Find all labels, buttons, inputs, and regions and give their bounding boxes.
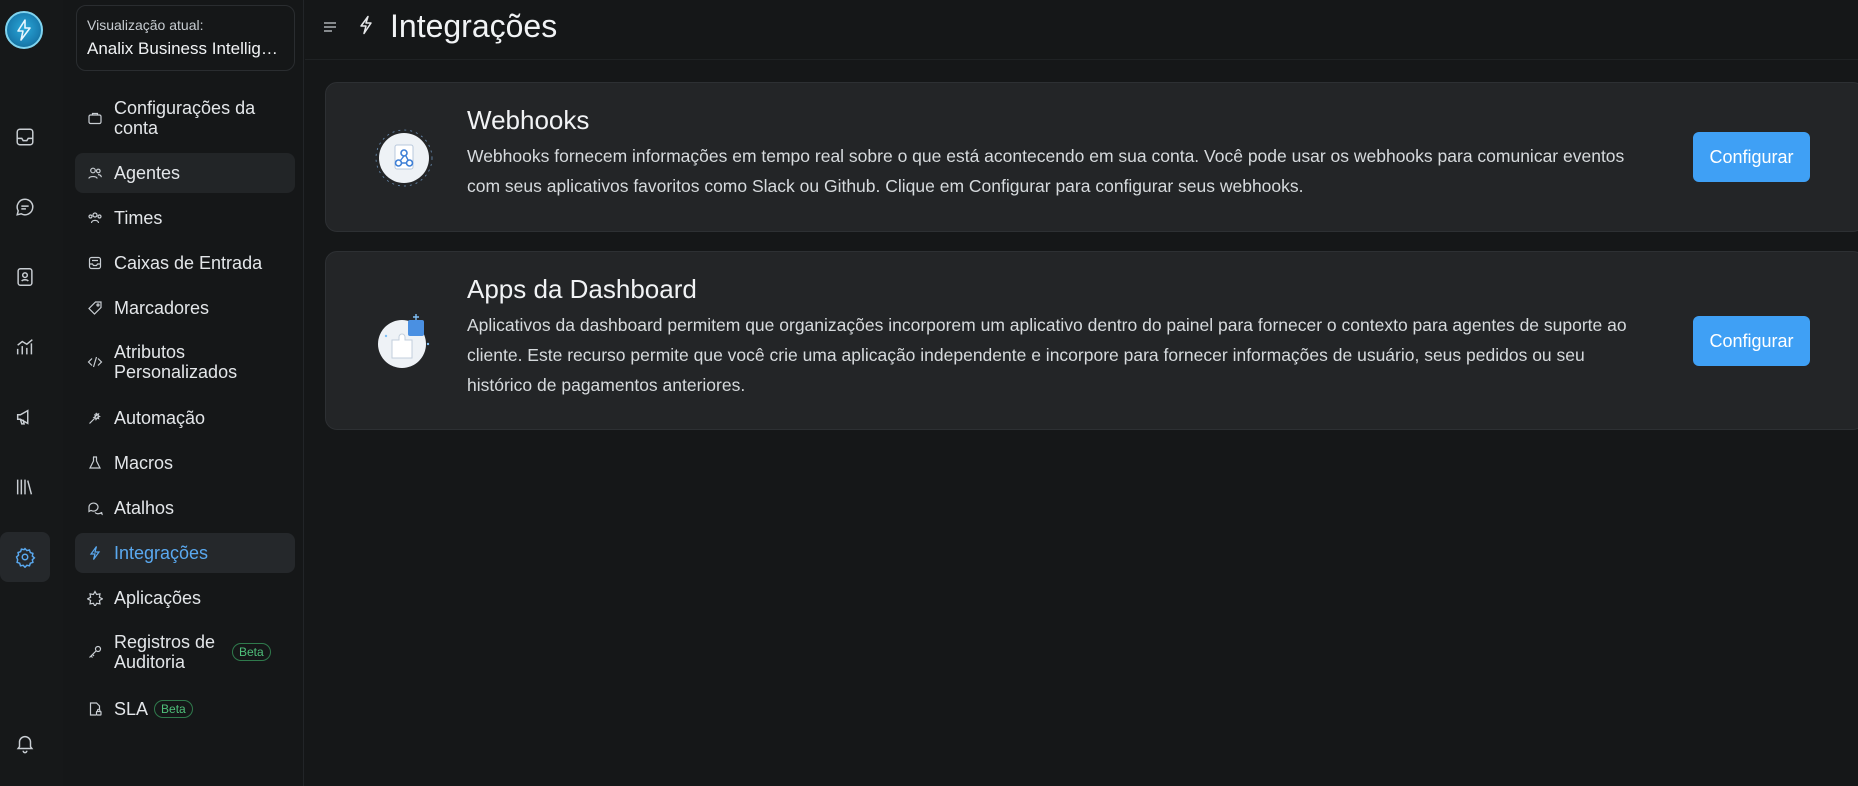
dashboard-apps-illustration-icon — [374, 310, 434, 370]
card-title: Webhooks — [467, 105, 590, 135]
menu-toggle-icon[interactable] — [322, 19, 338, 35]
chat-bubbles-icon — [87, 500, 103, 516]
sidebar-item-label: Marcadores — [114, 298, 210, 318]
sidebar-item-custom-attributes[interactable]: Atributos Personalizados — [75, 336, 295, 388]
sidebar-item-applications[interactable]: Aplicações — [75, 578, 295, 618]
account-switcher[interactable]: Visualização atual: Analix Business Inte… — [76, 5, 295, 71]
account-switcher-label: Visualização atual: — [87, 17, 204, 33]
sidebar-item-label: Caixas de Entrada — [114, 253, 263, 273]
card-description: Webhooks fornecem informações em tempo r… — [467, 146, 1625, 196]
app-logo[interactable] — [5, 11, 43, 49]
conversations-icon[interactable] — [0, 182, 50, 232]
configure-webhooks-button[interactable]: Configurar — [1693, 132, 1810, 182]
sidebar-item-label: Aplicações — [114, 588, 202, 608]
key-icon — [87, 644, 103, 660]
beta-badge: Beta — [232, 643, 271, 661]
settings-sidebar: Visualização atual: Analix Business Inte… — [63, 0, 304, 786]
sidebar-item-label: Atalhos — [114, 498, 175, 518]
card-description: Aplicativos da dashboard permitem que or… — [467, 315, 1627, 395]
sidebar-item-audit-logs[interactable]: Registros de Auditoria Beta — [75, 626, 295, 678]
sidebar-item-sla[interactable]: SLA Beta — [75, 689, 295, 729]
dashboard-apps-card: Apps da Dashboard Aplicativos da dashboa… — [325, 251, 1858, 430]
configure-dashboard-apps-button[interactable]: Configurar — [1693, 316, 1810, 366]
webhook-illustration-icon — [374, 128, 434, 188]
briefcase-icon — [87, 110, 103, 126]
bolt-icon — [357, 15, 375, 35]
sidebar-item-inboxes[interactable]: Caixas de Entrada — [75, 243, 295, 283]
code-icon — [87, 354, 103, 370]
library-icon[interactable] — [0, 462, 50, 512]
sidebar-item-label: Automação — [114, 408, 206, 428]
page-header: Integrações — [305, 0, 1858, 60]
notifications-bell-icon[interactable] — [0, 718, 50, 768]
contacts-icon[interactable] — [0, 252, 50, 302]
sidebar-item-label: Registros de Auditoria — [114, 632, 216, 672]
campaigns-icon[interactable] — [0, 392, 50, 442]
sidebar-item-teams[interactable]: Times — [75, 198, 295, 238]
sidebar-item-label: Macros — [114, 453, 174, 473]
sidebar-item-account-settings[interactable]: Configurações da conta — [75, 92, 295, 144]
logo-bolt-icon — [17, 19, 31, 41]
sidebar-item-label: Agentes — [114, 163, 181, 183]
bolt-icon — [87, 545, 103, 561]
tag-icon — [87, 300, 103, 316]
webhooks-card: Webhooks Webhooks fornecem informações e… — [325, 82, 1858, 232]
sidebar-item-agents[interactable]: Agentes — [75, 153, 295, 193]
beta-badge: Beta — [154, 700, 193, 718]
card-title: Apps da Dashboard — [467, 274, 697, 304]
sidebar-item-shortcuts[interactable]: Atalhos — [75, 488, 295, 528]
document-lock-icon — [87, 701, 103, 717]
sidebar-item-label: Configurações da conta — [114, 98, 256, 138]
automation-icon — [87, 410, 103, 426]
sidebar-item-macros[interactable]: Macros — [75, 443, 295, 483]
sidebar-item-label: Integrações — [114, 543, 209, 563]
page-title: Integrações — [390, 8, 558, 44]
sidebar-item-integrations[interactable]: Integrações — [75, 533, 295, 573]
primary-nav-rail — [0, 0, 64, 786]
account-name: Analix Business Intelligence — [87, 39, 284, 58]
sidebar-item-label: SLA — [114, 699, 149, 719]
reports-icon[interactable] — [0, 322, 50, 372]
inbox-icon[interactable] — [0, 112, 50, 162]
sidebar-item-automation[interactable]: Automação — [75, 398, 295, 438]
sidebar-item-labels[interactable]: Marcadores — [75, 288, 295, 328]
mailbox-icon — [87, 255, 103, 271]
settings-gear-icon[interactable] — [0, 532, 50, 582]
sidebar-item-label: Times — [114, 208, 163, 228]
team-icon — [87, 210, 103, 226]
sidebar-item-label: Atributos Personalizados — [114, 342, 238, 382]
flask-icon — [87, 455, 103, 471]
puzzle-icon — [87, 590, 103, 606]
people-icon — [87, 165, 103, 181]
